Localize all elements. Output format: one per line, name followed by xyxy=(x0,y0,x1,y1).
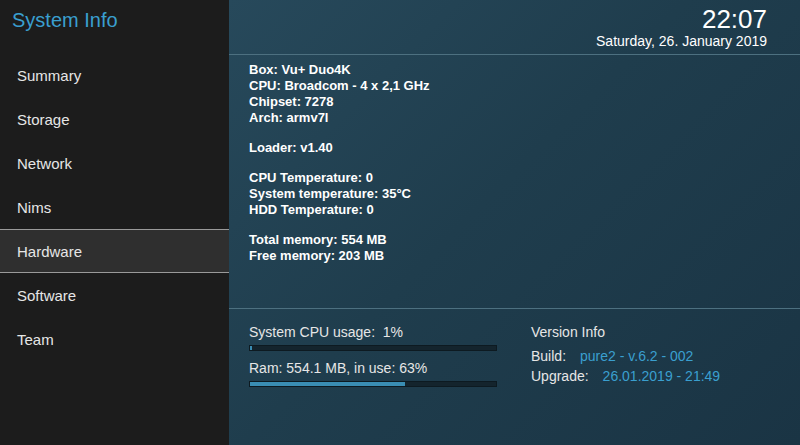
usage-label: System CPU usage: 1% xyxy=(249,323,497,341)
info-line: System temperature: 35°C xyxy=(249,186,780,202)
clock-date: Saturday, 26. January 2019 xyxy=(596,33,767,50)
content-panel: 22:07Saturday, 26. January 2019 Box: Vu+ … xyxy=(229,0,800,445)
version-row: Upgrade: 26.01.2019 - 21:49 xyxy=(531,366,720,386)
sidebar-menu: SummaryStorageNetworkNimsHardwareSoftwar… xyxy=(0,53,229,361)
info-group: Box: Vu+ Duo4KCPU: Broadcom - 4 x 2,1 GH… xyxy=(249,62,780,126)
version-label: Build: xyxy=(531,346,566,366)
sidebar-item[interactable]: Summary xyxy=(0,53,229,97)
version-title: Version Info xyxy=(531,323,720,341)
info-line: Chipset: 7278 xyxy=(249,94,780,110)
hardware-info: Box: Vu+ Duo4KCPU: Broadcom - 4 x 2,1 GH… xyxy=(229,55,800,308)
sidebar: System Info SummaryStorageNetworkNimsHard… xyxy=(0,0,229,445)
info-line: Box: Vu+ Duo4K xyxy=(249,62,780,78)
info-group: Loader: v1.40 xyxy=(249,140,780,156)
info-line: Total memory: 554 MB xyxy=(249,232,780,248)
info-line: Free memory: 203 MB xyxy=(249,248,780,264)
usage-track xyxy=(249,381,497,387)
sidebar-item[interactable]: Network xyxy=(0,141,229,185)
version-value: 26.01.2019 - 21:49 xyxy=(603,366,721,386)
sidebar-item[interactable]: Nims xyxy=(0,185,229,229)
sidebar-item[interactable]: Team xyxy=(0,317,229,361)
version-row: Build: pure2 - v.6.2 - 002 xyxy=(531,346,720,366)
sidebar-item[interactable]: Software xyxy=(0,273,229,317)
clock-time: 22:07 xyxy=(596,5,767,33)
status-area: System CPU usage: 1% Ram: 554.1 MB, in us… xyxy=(229,308,800,445)
version-label: Upgrade: xyxy=(531,366,589,386)
usage-column: System CPU usage: 1% Ram: 554.1 MB, in us… xyxy=(249,323,497,445)
usage-track xyxy=(249,345,497,351)
info-line: HDD Temperature: 0 xyxy=(249,202,780,218)
info-line: CPU Temperature: 0 xyxy=(249,170,780,186)
sidebar-item[interactable]: Storage xyxy=(0,97,229,141)
system-info-screen: System Info SummaryStorageNetworkNimsHard… xyxy=(0,0,800,445)
usage-label: Ram: 554.1 MB, in use: 63% xyxy=(249,359,497,377)
clock: 22:07Saturday, 26. January 2019 xyxy=(596,0,767,54)
info-line: Arch: armv7l xyxy=(249,110,780,126)
version-value: pure2 - v.6.2 - 002 xyxy=(580,346,693,366)
screen-title: System Info xyxy=(0,0,229,44)
usage-fill xyxy=(250,382,405,386)
sidebar-item[interactable]: Hardware xyxy=(0,229,229,273)
header: 22:07Saturday, 26. January 2019 xyxy=(229,0,800,55)
usage-meter: Ram: 554.1 MB, in use: 63% xyxy=(249,359,497,387)
version-info: Version Info Build: pure2 - v.6.2 - 002Upg… xyxy=(531,323,720,445)
usage-fill xyxy=(250,346,252,350)
info-line: CPU: Broadcom - 4 x 2,1 GHz xyxy=(249,78,780,94)
info-group: Total memory: 554 MBFree memory: 203 MB xyxy=(249,232,780,264)
info-group: CPU Temperature: 0System temperature: 35… xyxy=(249,170,780,218)
info-line: Loader: v1.40 xyxy=(249,140,780,156)
usage-meter: System CPU usage: 1% xyxy=(249,323,497,351)
